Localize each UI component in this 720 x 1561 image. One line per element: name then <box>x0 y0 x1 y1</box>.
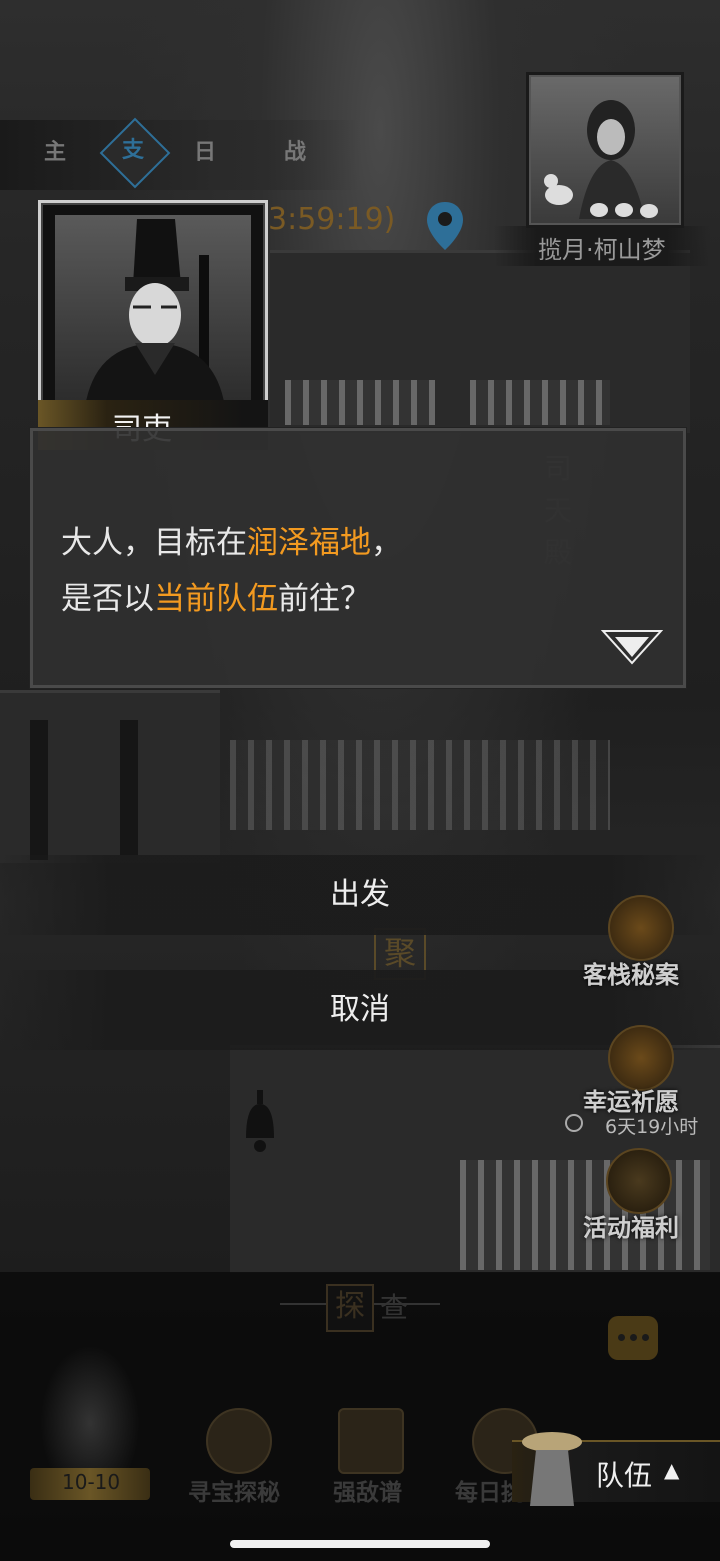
explore-header-char1: 探 <box>326 1284 374 1332</box>
explore-header-char2: 查 <box>380 1291 409 1324</box>
inn-case-label[interactable]: 客栈秘案 <box>583 955 679 990</box>
chat-bubble-icon[interactable] <box>608 1316 658 1360</box>
gate-pillar <box>30 720 48 860</box>
dialogue-text: 是否以 <box>61 581 154 617</box>
tab-battle[interactable]: 战 <box>270 128 320 178</box>
tab-main[interactable]: 主 <box>30 128 80 178</box>
location-pin-icon[interactable] <box>425 200 465 252</box>
speaker-figure <box>85 219 225 407</box>
straw-hat-figure-icon <box>522 1432 582 1506</box>
home-indicator[interactable] <box>230 1540 490 1548</box>
dialogue-line-1: 大人，目标在润泽福地， <box>61 517 402 562</box>
destination-highlight: 润泽福地 <box>247 525 371 561</box>
hero-avatar[interactable] <box>40 1345 140 1475</box>
continue-arrow-icon[interactable] <box>601 627 663 667</box>
team-button[interactable]: 队伍 ▲ <box>512 1432 720 1506</box>
companion-portrait[interactable] <box>526 72 684 228</box>
dialogue-text: 大人，目标在 <box>61 525 247 561</box>
event-welfare-label[interactable]: 活动福利 <box>583 1208 679 1243</box>
tab-daily[interactable]: 日 <box>180 128 230 178</box>
wish-timer: 6天19小时 <box>605 1116 699 1138</box>
tab-daily-label: 日 <box>193 140 216 165</box>
palace-window <box>470 380 610 425</box>
level-indicator: 10-10 <box>62 1470 121 1494</box>
companion-figure <box>544 100 658 219</box>
dialogue-box[interactable]: 大人，目标在润泽福地， 是否以当前队伍前往？ <box>30 428 686 688</box>
speaker-portrait-frame <box>38 200 268 422</box>
nav-strong-enemies[interactable]: 强敌谱 <box>333 1473 402 1507</box>
companion-name: 揽月·柯山梦 <box>538 236 666 264</box>
quest-timer: 3:59:19) <box>268 202 396 237</box>
clock-icon <box>565 1114 583 1132</box>
dialogue-text: 前往？ <box>278 581 371 617</box>
team-expand-arrow: ▲ <box>664 1458 680 1482</box>
dialogue-line-2: 是否以当前队伍前往？ <box>61 573 371 618</box>
speaker-portrait <box>55 215 251 407</box>
team-label: 队伍 <box>596 1459 653 1492</box>
treasure-bag-icon[interactable] <box>206 1408 272 1474</box>
gate-pillar <box>120 720 138 860</box>
tab-battle-label: 战 <box>283 140 306 165</box>
nav-treasure-hunt[interactable]: 寻宝探秘 <box>188 1473 280 1507</box>
tab-side[interactable]: 支 <box>108 126 158 176</box>
gift-icon[interactable] <box>606 1148 672 1214</box>
palace-window <box>285 380 435 425</box>
tab-main-label: 主 <box>43 140 66 165</box>
tab-side-label: 支 <box>121 138 144 163</box>
dialogue-text: ， <box>371 525 402 561</box>
bell-icon <box>246 1090 274 1152</box>
background-house <box>230 740 610 830</box>
inn-icon[interactable] <box>608 895 674 961</box>
team-highlight: 当前队伍 <box>154 581 278 617</box>
scroll-icon[interactable] <box>338 1408 404 1474</box>
